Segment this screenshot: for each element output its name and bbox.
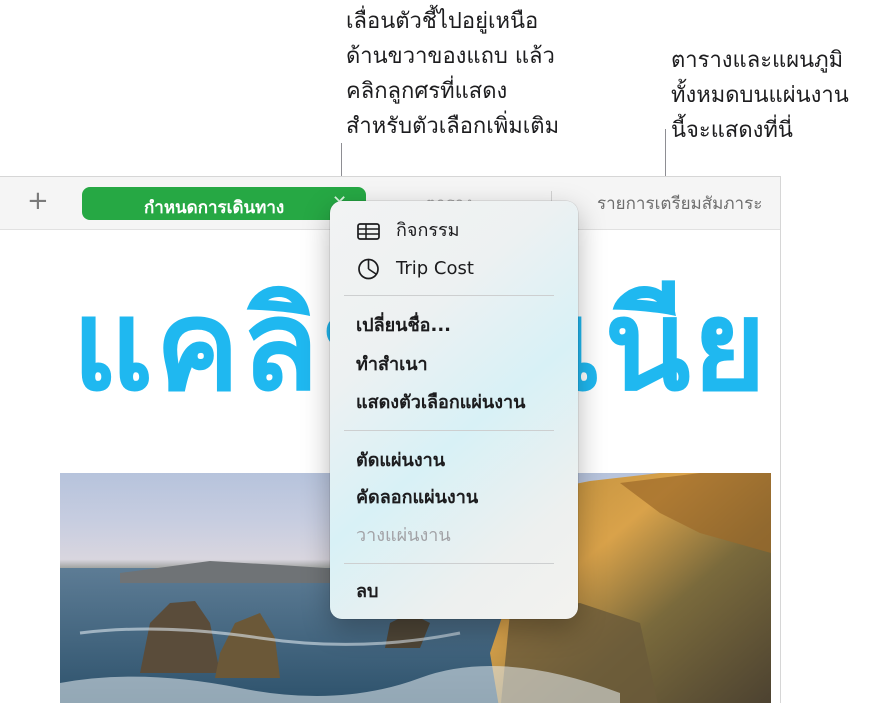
tab-context-menu: กิจกรรม Trip Cost เปลี่ยนชื่อ... ทำสำเนา… bbox=[330, 201, 578, 619]
menu-item-rename[interactable]: เปลี่ยนชื่อ... bbox=[356, 312, 451, 340]
menu-item-paste-sheet: วางแผ่นงาน bbox=[356, 525, 451, 546]
pie-chart-icon bbox=[358, 258, 379, 280]
callout-line: สำหรับตัวเลือกเพิ่มเติม bbox=[346, 114, 560, 139]
menu-item-delete[interactable]: ลบ bbox=[356, 578, 378, 606]
menu-separator bbox=[344, 295, 554, 296]
callout-line: เลื่อนตัวชี้ไปอยู่เหนือ bbox=[346, 9, 539, 34]
callout-tab-options: เลื่อนตัวชี้ไปอยู่เหนือ ด้านขวาของแถบ แล… bbox=[346, 4, 559, 144]
menu-item-trip-cost[interactable]: Trip Cost bbox=[396, 255, 474, 283]
menu-separator bbox=[344, 563, 554, 564]
menu-item-copy-sheet[interactable]: คัดลอกแผ่นงาน bbox=[356, 484, 478, 512]
callout-line: ทั้งหมดบนแผ่นงาน bbox=[671, 83, 849, 108]
callout-line: ตารางและแผนภูมิ bbox=[671, 48, 844, 73]
menu-item-activities[interactable]: กิจกรรม bbox=[396, 217, 460, 245]
callout-objects-list: ตารางและแผนภูมิ ทั้งหมดบนแผ่นงาน นี้จะแส… bbox=[671, 43, 849, 148]
menu-separator bbox=[344, 430, 554, 431]
callout-line: คลิกลูกศรที่แสดง bbox=[346, 79, 508, 104]
callout-line: นี้จะแสดงที่นี่ bbox=[671, 118, 793, 143]
menu-item-show-sheet-options[interactable]: แสดงตัวเลือกแผ่นงาน bbox=[356, 389, 525, 417]
menu-item-cut-sheet[interactable]: ตัดแผ่นงาน bbox=[356, 447, 445, 475]
menu-item-duplicate[interactable]: ทำสำเนา bbox=[356, 351, 428, 379]
tab-itinerary[interactable]: กำหนดการเดินทาง ✕ bbox=[82, 187, 366, 220]
callout-line: ด้านขวาของแถบ แล้ว bbox=[346, 44, 555, 69]
tab-label: กำหนดการเดินทาง bbox=[144, 198, 285, 218]
add-sheet-button[interactable]: + bbox=[27, 186, 49, 216]
table-icon bbox=[357, 223, 380, 240]
tab-packing-list[interactable]: รายการเตรียมสัมภาระ bbox=[597, 190, 762, 217]
